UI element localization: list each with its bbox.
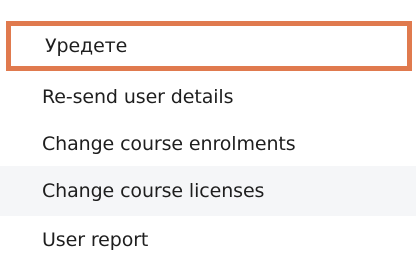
- menu-item-label: Change course enrolments: [42, 133, 296, 155]
- menu-item-label: Change course licenses: [42, 180, 265, 202]
- menu-item-resend-user-details[interactable]: Re-send user details: [0, 72, 416, 122]
- menu-item-edit[interactable]: Уредете: [6, 21, 412, 71]
- menu-item-change-course-licenses[interactable]: Change course licenses: [0, 166, 416, 216]
- menu-item-label: User report: [42, 229, 149, 251]
- menu-item-label: Уредете: [45, 35, 128, 57]
- menu-item-change-course-enrolments[interactable]: Change course enrolments: [0, 119, 416, 169]
- menu-item-label: Re-send user details: [42, 86, 234, 108]
- menu-item-user-report[interactable]: User report: [0, 215, 416, 265]
- dropdown-menu: Уредете Re-send user details Change cour…: [0, 0, 416, 275]
